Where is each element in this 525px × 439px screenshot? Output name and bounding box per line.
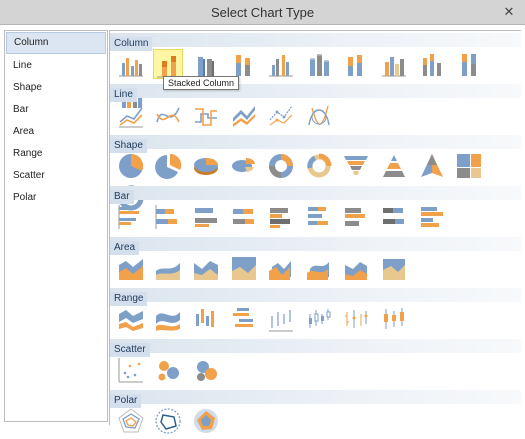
section-header-range: Range <box>110 288 521 306</box>
bubble-icon[interactable] <box>153 355 183 385</box>
pyramid-bar-icon[interactable] <box>379 202 409 232</box>
full-stacked-area-icon[interactable] <box>229 253 259 283</box>
hlc-icon[interactable] <box>266 304 296 334</box>
icon-row-area <box>110 251 521 286</box>
line-3d-icon[interactable] <box>229 100 259 130</box>
clustered-column-icon[interactable] <box>116 49 146 79</box>
spline-area-3d-icon[interactable] <box>304 253 334 283</box>
stacked-bar-icon[interactable] <box>153 202 183 232</box>
stacked-cylinder-icon[interactable] <box>341 49 371 79</box>
sidebar-item-range[interactable]: Range <box>5 143 107 165</box>
sidebar-item-polar[interactable]: Polar <box>5 187 107 209</box>
stacked-bar-3d-icon[interactable] <box>229 202 259 232</box>
scatter-icon[interactable] <box>116 355 146 385</box>
title-bar: Select Chart Type ✕ <box>0 0 525 25</box>
polar-line-icon[interactable] <box>304 100 334 130</box>
exploded-pie-icon[interactable] <box>153 151 183 181</box>
exploded-doughnut-icon[interactable] <box>304 151 334 181</box>
range-bar-icon[interactable] <box>229 304 259 334</box>
sidebar-item-column[interactable]: Column <box>6 32 106 54</box>
sidebar-item-bar[interactable]: Bar <box>5 99 107 121</box>
bubble-3d-icon[interactable] <box>191 355 221 385</box>
stacked-column-3d-icon[interactable] <box>229 49 259 79</box>
step-line-icon[interactable] <box>191 100 221 130</box>
stacked-column-icon[interactable] <box>153 49 184 79</box>
full-stacked-bar-icon[interactable] <box>417 202 447 232</box>
exploded-pie-3d-icon[interactable] <box>229 151 259 181</box>
pyramid-3d-icon[interactable] <box>417 151 447 181</box>
sidebar-item-line[interactable]: Line <box>5 55 107 77</box>
range-area-icon[interactable] <box>116 304 146 334</box>
line-chart-icon[interactable] <box>116 100 146 130</box>
column-3d-icon[interactable] <box>191 49 221 79</box>
full-stacked-area-3d-icon[interactable] <box>379 253 409 283</box>
stacked-area-icon[interactable] <box>191 253 221 283</box>
sidebar-item-scatter[interactable]: Scatter <box>5 165 107 187</box>
treemap-icon[interactable] <box>454 151 484 181</box>
pie-chart-icon[interactable] <box>116 151 146 181</box>
candlestick-icon[interactable] <box>304 304 334 334</box>
cone-bar-icon[interactable] <box>341 202 371 232</box>
spline-range-icon[interactable] <box>153 304 183 334</box>
bar-3d-icon[interactable] <box>191 202 221 232</box>
box-whisker-icon[interactable] <box>379 304 409 334</box>
category-list: Column Line Shape Bar Area Range Scatter… <box>4 30 108 422</box>
sidebar-item-area[interactable]: Area <box>5 121 107 143</box>
spline-chart-icon[interactable] <box>153 100 183 130</box>
clustered-bar-icon[interactable] <box>116 202 146 232</box>
ohlc-icon[interactable] <box>341 304 371 334</box>
icon-row-line <box>110 98 521 133</box>
section-header-bar: Bar <box>110 186 521 204</box>
stacked-area-3d-icon[interactable] <box>341 253 371 283</box>
sidebar-item-shape[interactable]: Shape <box>5 77 107 99</box>
window-title: Select Chart Type <box>210 5 315 20</box>
section-header-shape: Shape <box>110 135 521 153</box>
stacked-column-tooltip: Stacked Column <box>163 76 240 90</box>
icon-row-bar <box>110 200 521 235</box>
icon-row-polar <box>110 404 521 439</box>
pie-3d-icon[interactable] <box>191 151 221 181</box>
spline-area-icon[interactable] <box>153 253 183 283</box>
section-header-polar: Polar <box>110 390 521 408</box>
polar-area-icon[interactable] <box>191 406 221 436</box>
section-header-area: Area <box>110 237 521 255</box>
cone-column-icon[interactable] <box>379 49 409 79</box>
section-header-scatter: Scatter <box>110 339 521 357</box>
cylinder-column-icon[interactable] <box>304 49 334 79</box>
line-markers-icon[interactable] <box>266 100 296 130</box>
icon-row-range <box>110 302 521 337</box>
area-3d-icon[interactable] <box>266 253 296 283</box>
doughnut-icon[interactable] <box>266 151 296 181</box>
cylinder-bar-icon[interactable] <box>266 202 296 232</box>
pyramid-icon[interactable] <box>379 151 409 181</box>
funnel-icon[interactable] <box>341 151 371 181</box>
icon-row-shape <box>110 149 521 211</box>
section-header-column: Column <box>110 33 521 51</box>
icon-row-scatter <box>110 353 521 388</box>
range-column-icon[interactable] <box>191 304 221 334</box>
column-gradient-icon[interactable] <box>266 49 296 79</box>
area-chart-icon[interactable] <box>116 253 146 283</box>
polar-scatter-icon[interactable] <box>153 406 183 436</box>
pyramid-column-icon[interactable] <box>417 49 447 79</box>
close-icon[interactable]: ✕ <box>501 4 517 20</box>
full-stacked-column-icon[interactable] <box>454 49 484 79</box>
stacked-cylinder-bar-icon[interactable] <box>304 202 334 232</box>
radar-icon[interactable] <box>116 406 146 436</box>
